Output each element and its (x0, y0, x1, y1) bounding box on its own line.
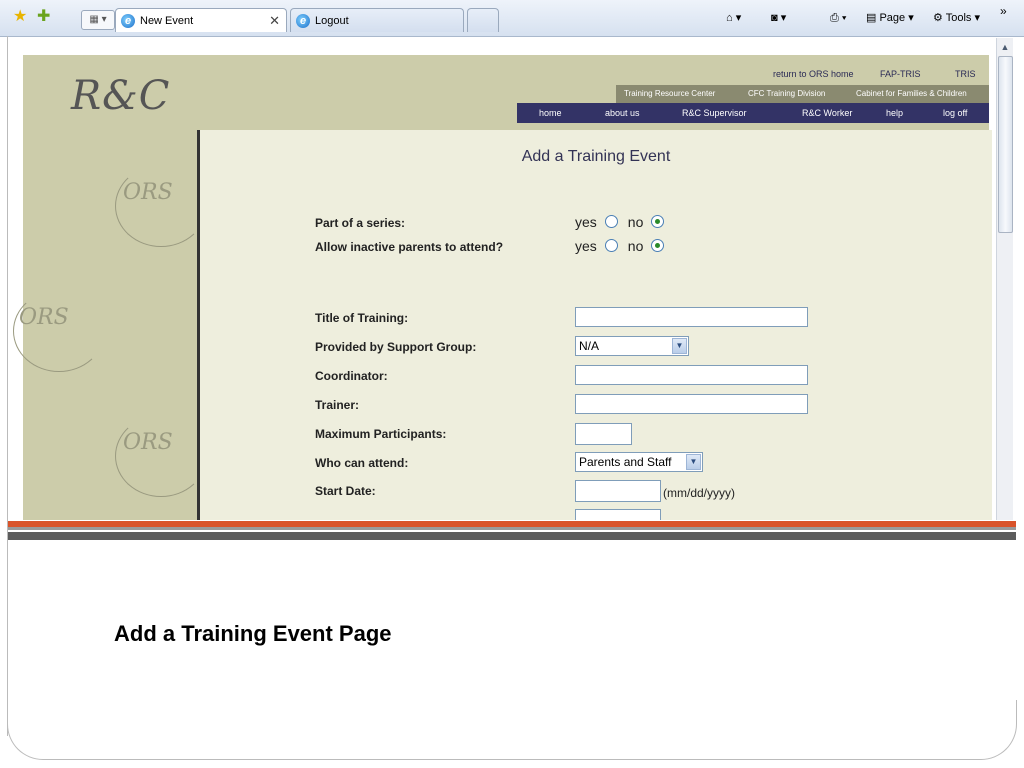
slide-caption: Add a Training Event Page (114, 621, 392, 646)
link-training-resource-center[interactable]: Training Resource Center (624, 85, 715, 103)
left-decor-panel: ORS ORS ORS (13, 130, 207, 520)
page-title: Add a Training Event (521, 148, 671, 165)
inactive-parents-label: Allow inactive parents to attend? (315, 240, 504, 254)
link-fap-tris[interactable]: FAP-TRIS (880, 67, 921, 81)
quick-tabs-button[interactable]: ▦ ▾ (81, 10, 115, 30)
chevron-down-icon[interactable]: ▼ (672, 338, 687, 354)
link-tris[interactable]: TRIS (955, 67, 976, 81)
chevron-down-icon[interactable]: ▼ (686, 454, 701, 470)
start-date-label: Start Date: (315, 484, 376, 498)
link-return-ors-home[interactable]: return to ORS home (773, 67, 854, 81)
inactive-parents-radio-group: yes no (575, 238, 674, 254)
tab-logout[interactable]: e Logout (290, 8, 464, 32)
page-viewport: R&C return to ORS home FAP-TRIS TRIS Tra… (8, 38, 996, 520)
page-menu-button[interactable]: ▤ Page ▾ (866, 11, 914, 25)
decor-arc (13, 290, 105, 372)
tab-new-event[interactable]: e New Event ✕ (115, 8, 287, 32)
tab-label: Logout (315, 15, 349, 27)
ors-watermark: ORS (123, 430, 173, 455)
series-label: Part of a series: (315, 216, 406, 230)
start-date-input[interactable] (575, 480, 661, 502)
chevron-more-icon[interactable]: » (1000, 4, 1007, 18)
title-of-training-label: Title of Training: (315, 311, 409, 325)
inactive-no-radio[interactable] (651, 239, 665, 252)
date-format-hint: (mm/dd/yyyy) (663, 486, 735, 500)
nav-help[interactable]: help (886, 103, 903, 123)
decor-arc (115, 165, 207, 247)
decor-arc (115, 415, 207, 497)
series-yes-radio[interactable] (604, 215, 618, 228)
nav-log-off[interactable]: log off (943, 103, 967, 123)
home-icon[interactable]: ⌂ ▾ (726, 11, 741, 25)
nav-rc-supervisor[interactable]: R&C Supervisor (682, 103, 747, 123)
new-tab-button[interactable] (467, 8, 499, 32)
coordinator-label: Coordinator: (315, 369, 388, 383)
form-panel: Add a Training Event Part of a series: y… (197, 130, 992, 520)
title-of-training-input[interactable] (575, 307, 808, 327)
tools-menu-button[interactable]: ⚙ Tools ▾ (933, 11, 980, 25)
trainer-label: Trainer: (315, 398, 360, 412)
max-participants-input[interactable] (575, 423, 632, 445)
link-cfc-training-division[interactable]: CFC Training Division (748, 85, 825, 103)
divider-stripe (8, 527, 1016, 530)
tab-label: New Event (140, 15, 194, 27)
favorites-star-icon[interactable]: ★ (13, 9, 27, 25)
ors-watermark: ORS (123, 180, 173, 205)
feeds-icon[interactable]: ◙ ▾ (771, 11, 786, 25)
inactive-yes-radio[interactable] (604, 239, 618, 252)
ie-icon: e (296, 14, 310, 28)
browser-toolbar: ★ ✚ ▦ ▾ e New Event ✕ e Logout ⌂ ▾ ◙ ▾ ⎙… (0, 0, 1024, 37)
scroll-thumb[interactable] (998, 56, 1013, 233)
end-date-input[interactable] (575, 509, 661, 520)
trainer-input[interactable] (575, 394, 808, 414)
ie-icon: e (121, 14, 135, 28)
slide-frame-left (7, 36, 8, 736)
site-container: R&C return to ORS home FAP-TRIS TRIS Tra… (13, 55, 992, 520)
link-cabinet-families[interactable]: Cabinet for Families & Children (856, 85, 967, 103)
divider-stripe-dark (8, 532, 1016, 540)
main-nav: home about us R&C Supervisor R&C Worker … (517, 103, 989, 123)
ors-watermark: ORS (19, 305, 69, 330)
slide-frame-bottom (7, 700, 1017, 760)
support-group-label: Provided by Support Group: (315, 340, 477, 354)
site-logo[interactable]: R&C (71, 73, 170, 119)
coordinator-input[interactable] (575, 365, 808, 385)
series-radio-group: yes no (575, 214, 674, 230)
sub-header-bar: Training Resource Center CFC Training Di… (616, 85, 989, 103)
add-favorites-icon[interactable]: ✚ (37, 9, 50, 25)
who-can-attend-select[interactable]: Parents and Staff ▼ (575, 452, 703, 472)
who-can-attend-label: Who can attend: (315, 456, 409, 470)
print-icon[interactable]: ⎙ ▾ (830, 11, 846, 25)
series-no-radio[interactable] (651, 215, 665, 228)
vertical-scrollbar[interactable]: ▲ (996, 38, 1013, 520)
close-tab-icon[interactable]: ✕ (269, 9, 280, 33)
support-group-select[interactable]: N/A ▼ (575, 336, 689, 356)
nav-home[interactable]: home (539, 103, 562, 123)
nav-about-us[interactable]: about us (605, 103, 640, 123)
scroll-up-icon[interactable]: ▲ (997, 40, 1013, 54)
nav-rc-worker[interactable]: R&C Worker (802, 103, 852, 123)
max-participants-label: Maximum Participants: (315, 427, 447, 441)
